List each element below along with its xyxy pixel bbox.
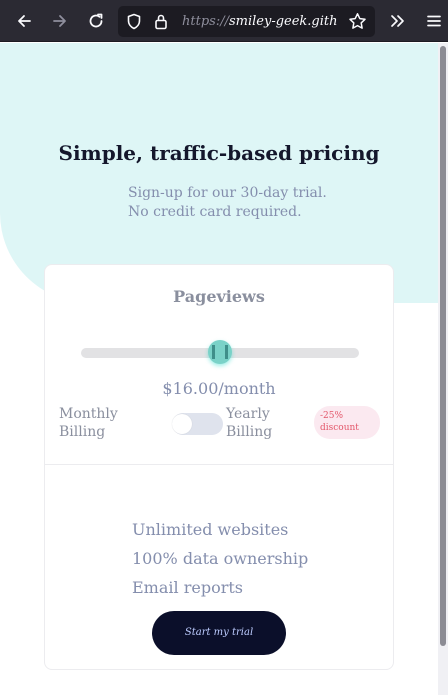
star-icon[interactable] [348, 12, 367, 35]
discount-line-1: -25% [320, 411, 344, 421]
page-content: Simple, traffic-based pricing Sign-up fo… [0, 43, 438, 695]
feature-item: Email reports [132, 578, 243, 597]
monthly-billing-label: Monthly Billing [59, 405, 118, 441]
menu-icon [427, 15, 441, 27]
card-divider [45, 464, 393, 465]
yearly-billing-line-2: Billing [226, 424, 273, 440]
url-text[interactable]: https://smiley-geek.github.io [182, 6, 337, 37]
back-button[interactable] [9, 6, 39, 36]
slider-grip-right-icon [225, 345, 228, 359]
browser-toolbar: https://smiley-geek.github.io [0, 0, 448, 42]
subtitle-line-1: Sign-up for our 30-day trial. [128, 185, 327, 201]
page-title: Simple, traffic-based pricing [58, 141, 380, 165]
back-arrow-icon [18, 15, 31, 27]
page-scrollbar-thumb[interactable] [440, 46, 446, 646]
url-bar[interactable]: https://smiley-geek.github.io [118, 6, 375, 37]
pageviews-label: Pageviews [173, 287, 265, 306]
shield-icon[interactable] [126, 13, 142, 34]
reload-button[interactable] [81, 6, 111, 36]
billing-toggle-knob [172, 414, 192, 434]
menu-button[interactable] [419, 6, 448, 36]
feature-item: Unlimited websites [132, 520, 289, 539]
subtitle-line-2: No credit card required. [128, 204, 302, 220]
pricing-card: Pageviews $16.00/month Monthly Billing Y… [44, 264, 394, 670]
forward-arrow-icon [53, 15, 66, 27]
price-per-month: $16.00/month [162, 379, 276, 398]
reload-icon [89, 13, 103, 28]
discount-badge: -25% discount [314, 406, 380, 439]
overflow-button[interactable] [382, 6, 412, 36]
url-scheme: https:// [182, 14, 229, 29]
start-trial-button[interactable]: Start my trial [152, 611, 286, 655]
monthly-billing-line-2: Billing [59, 424, 106, 440]
discount-line-2: discount [320, 423, 359, 433]
feature-list: Unlimited websites 100% data ownership E… [132, 515, 308, 602]
url-host: smiley-geek.github.io [228, 14, 337, 29]
overflow-chevrons-icon [391, 15, 404, 27]
feature-item: 100% data ownership [132, 549, 309, 568]
pageviews-slider-thumb[interactable] [208, 340, 232, 364]
billing-toggle[interactable] [172, 413, 223, 435]
forward-button[interactable] [45, 6, 75, 36]
yearly-billing-line-1: Yearly [226, 406, 270, 422]
slider-grip-left-icon [212, 345, 215, 359]
yearly-billing-label: Yearly Billing [226, 405, 272, 441]
monthly-billing-line-1: Monthly [59, 406, 118, 422]
lock-icon[interactable] [154, 13, 168, 34]
page-subtitle: Sign-up for our 30-day trial. No credit … [128, 184, 327, 222]
